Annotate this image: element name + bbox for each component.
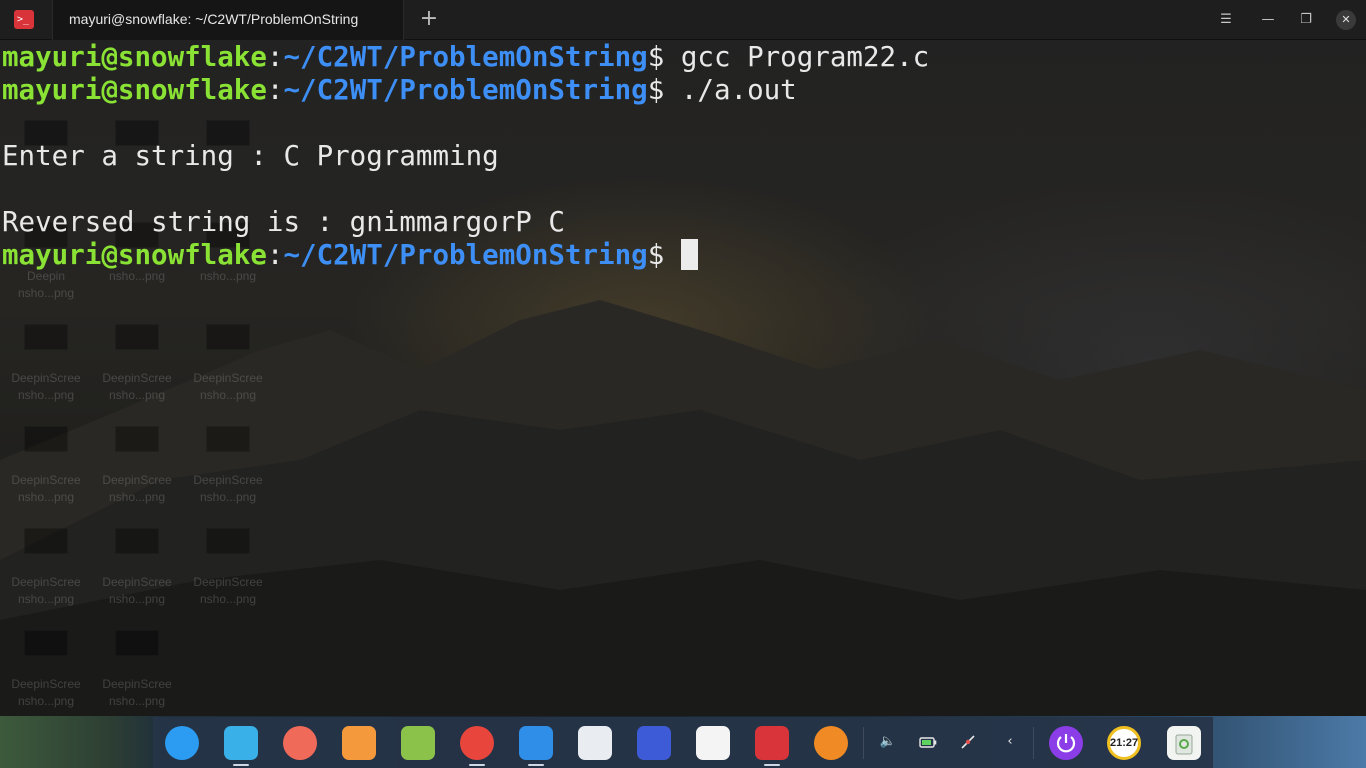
- terminal-line: Reversed string is : gnimmargorP C: [2, 206, 565, 238]
- power-icon[interactable]: [1049, 726, 1083, 760]
- dock: 🔈 ‹ 21:27: [153, 717, 1213, 768]
- terminal-app-icon[interactable]: >_: [14, 10, 34, 29]
- prompt-symbol: $: [647, 239, 665, 271]
- prompt-separator: :: [266, 239, 284, 271]
- dock-separator: [1033, 727, 1034, 759]
- minimize-button[interactable]: —: [1258, 10, 1278, 30]
- prompt-path: ~/C2WT/ProblemOnString: [283, 41, 648, 73]
- launcher-icon[interactable]: [165, 726, 199, 760]
- wps-writer-icon[interactable]: [637, 726, 671, 760]
- running-indicator: [528, 764, 544, 766]
- terminal-output[interactable]: mayuri@snowflake:~/C2WT/ProblemOnString$…: [0, 40, 1366, 716]
- text-editor-icon[interactable]: [696, 726, 730, 760]
- terminal-line: mayuri@snowflake:~/C2WT/ProblemOnString$: [2, 239, 1366, 272]
- prompt-symbol: $: [647, 74, 665, 106]
- chrome-icon[interactable]: [460, 726, 494, 760]
- terminal-line: mayuri@snowflake:~/C2WT/ProblemOnString$…: [2, 74, 1366, 107]
- file-manager-icon[interactable]: [224, 726, 258, 760]
- new-tab-button[interactable]: +: [414, 6, 444, 34]
- running-indicator: [469, 764, 485, 766]
- music-icon[interactable]: [401, 726, 435, 760]
- prompt-separator: :: [266, 41, 284, 73]
- app-store-icon[interactable]: [342, 726, 376, 760]
- volume-icon[interactable]: 🔈: [879, 733, 897, 751]
- menu-button[interactable]: ☰: [1216, 10, 1236, 30]
- vlc-icon[interactable]: [814, 726, 848, 760]
- terminal-titlebar: >_ mayuri@snowflake: ~/C2WT/ProblemOnStr…: [0, 0, 1366, 40]
- video-player-icon[interactable]: [519, 726, 553, 760]
- prompt-separator: :: [266, 74, 284, 106]
- prompt-user: mayuri@snowflake: [2, 239, 267, 271]
- prompt-path: ~/C2WT/ProblemOnString: [283, 74, 648, 106]
- prompt-symbol: $: [647, 41, 665, 73]
- tray-expand-icon[interactable]: ‹: [1001, 733, 1019, 751]
- battery-icon[interactable]: [919, 733, 937, 751]
- running-indicator: [233, 764, 249, 766]
- command-text: ./a.out: [664, 74, 797, 106]
- command-text: gcc Program22.c: [664, 41, 930, 73]
- terminal-line: mayuri@snowflake:~/C2WT/ProblemOnString$…: [2, 41, 1366, 74]
- settings-icon[interactable]: [578, 726, 612, 760]
- close-button[interactable]: ✕: [1336, 10, 1356, 30]
- trash-icon[interactable]: [1167, 726, 1201, 760]
- network-disabled-icon[interactable]: [959, 733, 977, 751]
- terminal-icon[interactable]: [755, 726, 789, 760]
- text-cursor: [680, 239, 698, 270]
- running-indicator: [764, 764, 780, 766]
- command-text: [664, 239, 681, 271]
- prompt-path: ~/C2WT/ProblemOnString: [283, 239, 648, 271]
- prompt-user: mayuri@snowflake: [2, 41, 267, 73]
- tab-title: mayuri@snowflake: ~/C2WT/ProblemOnString: [69, 11, 359, 27]
- prompt-user: mayuri@snowflake: [2, 74, 267, 106]
- maximize-button[interactable]: ❐: [1296, 10, 1316, 30]
- clock-icon[interactable]: 21:27: [1107, 726, 1141, 760]
- terminal-line: Enter a string : C Programming: [2, 140, 499, 172]
- dock-separator: [863, 727, 864, 759]
- terminal-tab[interactable]: mayuri@snowflake: ~/C2WT/ProblemOnString: [52, 0, 404, 40]
- screen-recorder-icon[interactable]: [283, 726, 317, 760]
